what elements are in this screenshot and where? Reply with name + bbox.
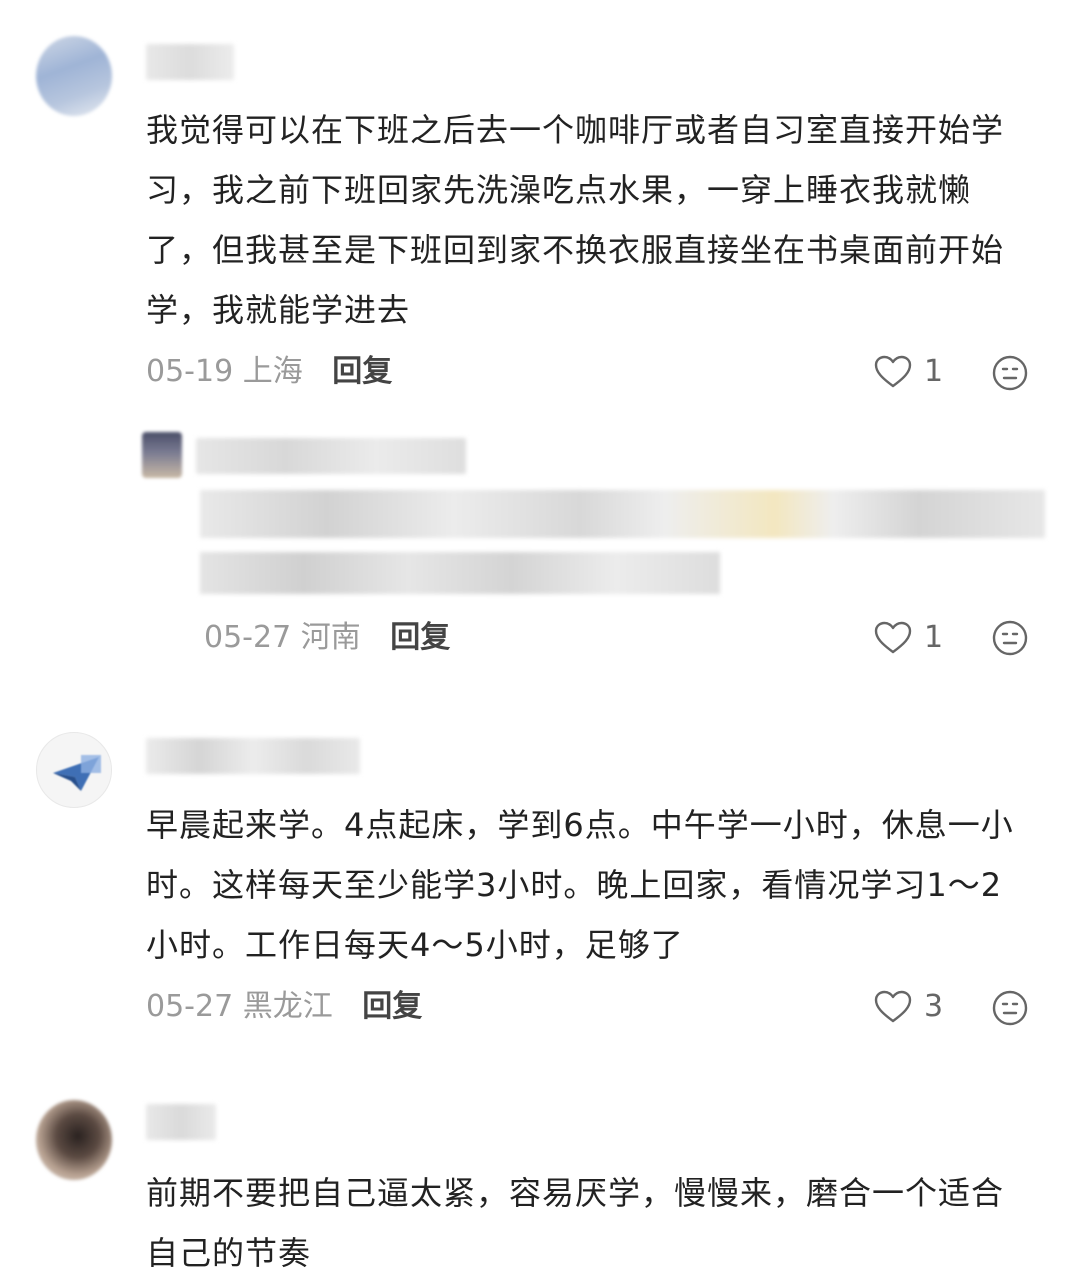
avatar[interactable] xyxy=(36,1100,112,1180)
reply-button[interactable]: 回复 xyxy=(390,620,450,655)
comment-text: 早晨起来学。4点起床，学到6点。中午学一小时，休息一小 时。这样每天至少能学3小… xyxy=(146,806,1014,964)
username[interactable] xyxy=(146,1104,216,1140)
username[interactable] xyxy=(146,44,234,80)
comment-date: 05-27 xyxy=(204,620,292,655)
comment-location: 黑龙江 xyxy=(242,989,333,1024)
comment-meta: 05-27 河南 回复 xyxy=(204,618,450,658)
username[interactable] xyxy=(146,738,360,774)
comment-location: 河南 xyxy=(300,620,361,655)
heart-outline-icon xyxy=(874,355,912,388)
blurred-reply-text xyxy=(200,490,1045,538)
comment-text: 前期不要把自己逼太紧，容易厌学，慢慢来，磨合一个适合 自己的节奏 xyxy=(146,1174,1005,1272)
paper-plane-icon xyxy=(53,755,101,791)
like-button[interactable]: 1 xyxy=(874,618,943,658)
meh-face-icon[interactable] xyxy=(992,620,1028,656)
like-button[interactable]: 3 xyxy=(874,987,943,1027)
comment-meta: 05-27 黑龙江 回复 xyxy=(146,987,422,1027)
like-count: 1 xyxy=(924,620,944,655)
reply-button[interactable]: 回复 xyxy=(362,989,422,1024)
avatar[interactable] xyxy=(36,732,112,808)
comment-date: 05-27 xyxy=(146,989,234,1024)
comment-text: 我觉得可以在下班之后去一个咖啡厅或者自习室直接开始学 习，我之前下班回家先洗澡吃… xyxy=(146,111,1005,329)
comment-list: 我觉得可以在下班之后去一个咖啡厅或者自习室直接开始学 习，我之前下班回家先洗澡吃… xyxy=(0,0,1080,1285)
heart-outline-icon xyxy=(874,990,912,1023)
comment-meta: 05-19 上海 回复 xyxy=(146,352,392,392)
username[interactable] xyxy=(196,438,466,474)
blurred-reply-text xyxy=(200,552,720,594)
like-count: 1 xyxy=(924,354,944,389)
heart-outline-icon xyxy=(874,621,912,654)
comment-date: 05-19 xyxy=(146,354,234,389)
reply-button[interactable]: 回复 xyxy=(332,354,392,389)
avatar[interactable] xyxy=(142,432,182,478)
like-button[interactable]: 1 xyxy=(874,352,943,392)
meh-face-icon[interactable] xyxy=(992,990,1028,1026)
avatar[interactable] xyxy=(36,36,112,116)
like-count: 3 xyxy=(924,989,944,1024)
meh-face-icon[interactable] xyxy=(992,355,1028,391)
comment-location: 上海 xyxy=(242,354,303,389)
